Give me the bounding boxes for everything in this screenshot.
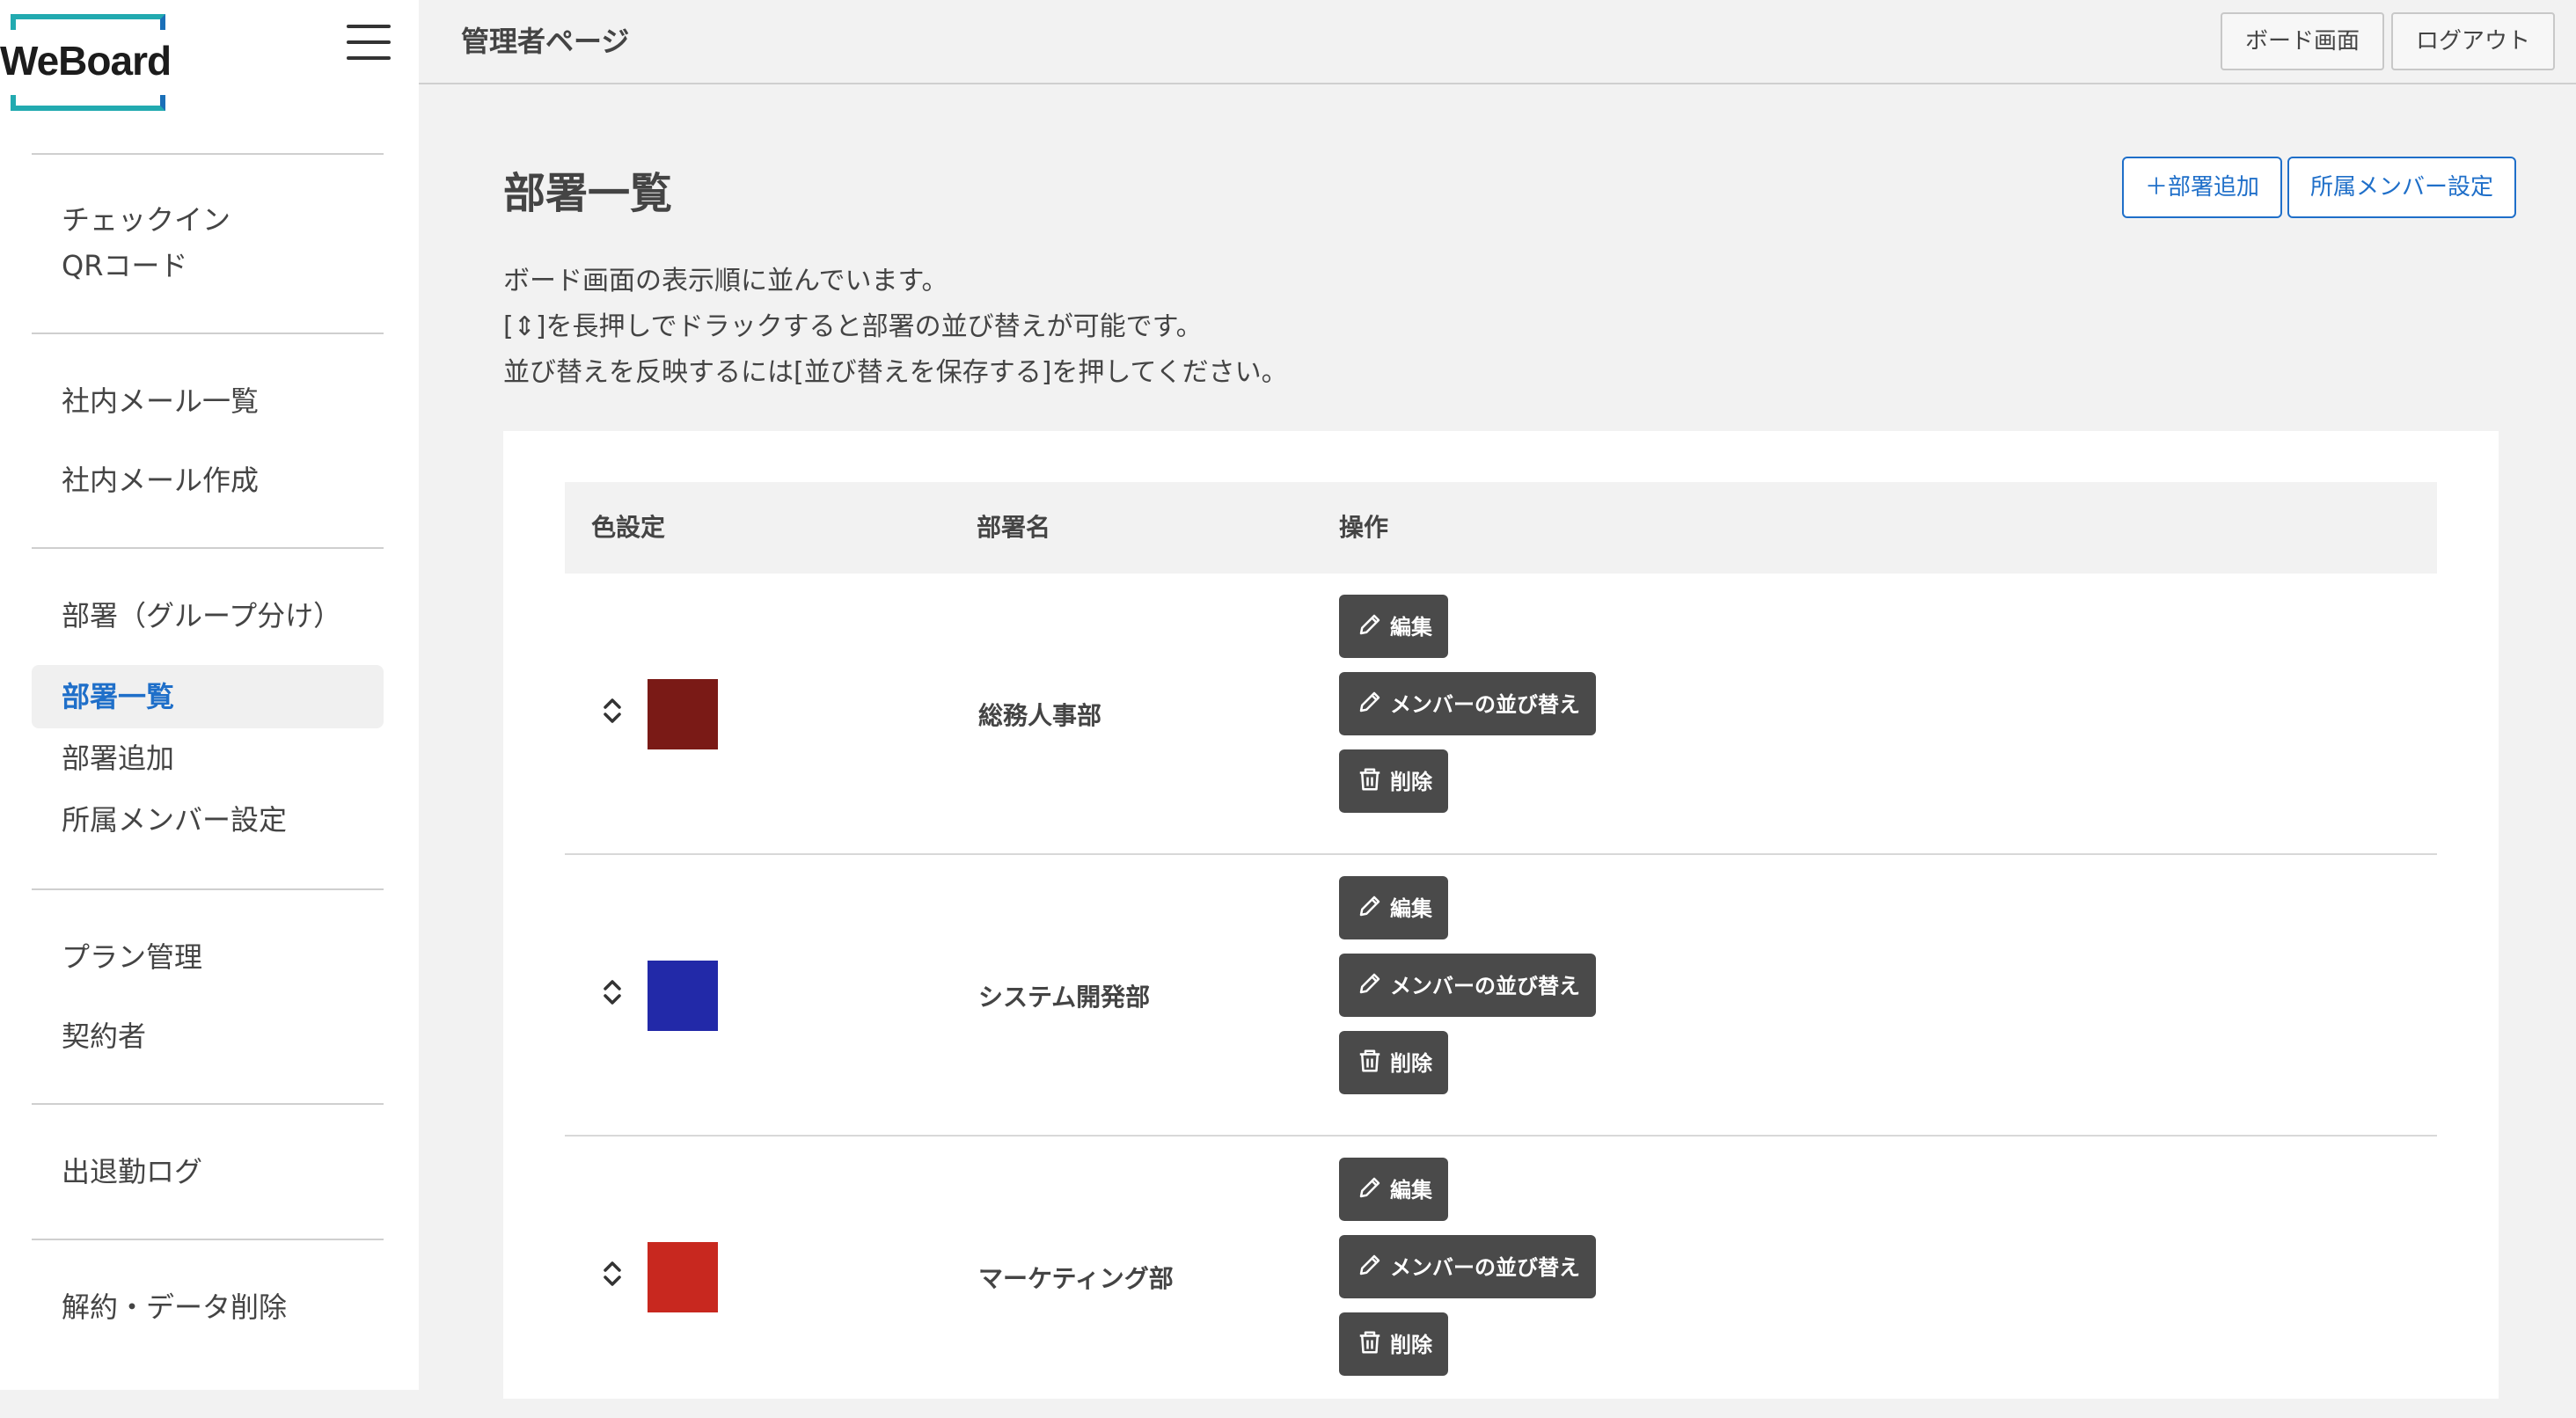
delete-label: 削除 — [1390, 1051, 1432, 1076]
nav-divider — [32, 547, 384, 549]
sidebar: WeBoard チェックイン QRコード 社内メール一覧 社内メール作成 部署（… — [0, 0, 419, 1390]
sidebar-item-checkin-qr[interactable]: チェックイン QRコード — [32, 197, 384, 289]
drag-handle-icon[interactable] — [600, 1258, 625, 1290]
nav-divider — [32, 153, 384, 155]
pencil-icon — [1359, 614, 1380, 635]
trash-icon — [1359, 1049, 1380, 1072]
sidebar-item-checkin-line1: チェックイン — [62, 203, 231, 237]
column-header-color: 色設定 — [591, 513, 666, 542]
edit-button[interactable]: 編集 — [1339, 876, 1448, 939]
description-line: [⇕]を長押しでドラックすると部署の並び替えが可能です。 — [503, 311, 1203, 342]
description-line: 並び替えを反映するには[並び替えを保存する]を押してください。 — [503, 357, 1288, 388]
column-header-ops: 操作 — [1339, 513, 1389, 542]
page-description: ボード画面の表示順に並んでいます。 [⇕]を長押しでドラックすると部署の並び替え… — [503, 259, 1288, 396]
reorder-members-button[interactable]: メンバーの並び替え — [1339, 672, 1596, 735]
edit-label: 編集 — [1390, 1178, 1432, 1202]
nav-divider — [32, 333, 384, 334]
logo-text: WeBoard — [0, 38, 172, 84]
logo-frame-top — [11, 14, 165, 30]
trash-icon — [1359, 1331, 1380, 1354]
sidebar-item-member-setting[interactable]: 所属メンバー設定 — [32, 797, 384, 843]
sidebar-item-dept-list[interactable]: 部署一覧 — [32, 665, 384, 728]
department-name: 総務人事部 — [978, 701, 1102, 730]
description-line: ボード画面の表示順に並んでいます。 — [503, 266, 948, 296]
pencil-icon — [1359, 895, 1380, 917]
edit-label: 編集 — [1390, 896, 1432, 921]
weboard-logo[interactable]: WeBoard — [0, 14, 172, 111]
department-name: マーケティング部 — [978, 1264, 1174, 1293]
trash-icon — [1359, 768, 1380, 791]
top-header: 管理者ページ ボード画面 ログアウト — [419, 0, 2576, 84]
delete-button[interactable]: 削除 — [1339, 1312, 1448, 1376]
department-name: システム開発部 — [978, 983, 1151, 1012]
edit-button[interactable]: 編集 — [1339, 595, 1448, 658]
drag-handle-icon[interactable] — [600, 695, 625, 727]
logo-frame-bottom — [11, 95, 165, 111]
sidebar-item-attendance-log[interactable]: 出退勤ログ — [32, 1149, 384, 1195]
color-swatch — [648, 679, 718, 749]
drag-handle-icon[interactable] — [600, 976, 625, 1008]
hamburger-menu-icon[interactable] — [347, 23, 391, 62]
header-title: 管理者ページ — [461, 25, 630, 58]
table-row: システム開発部 編集 メンバーの並び替え 削除 — [565, 855, 2437, 1137]
delete-button[interactable]: 削除 — [1339, 1031, 1448, 1094]
sidebar-section-dept: 部署（グループ分け） — [62, 599, 342, 632]
member-setting-button[interactable]: 所属メンバー設定 — [2287, 157, 2517, 218]
sidebar-item-cancel[interactable]: 解約・データ削除 — [32, 1284, 384, 1330]
sidebar-item-plan[interactable]: プラン管理 — [32, 934, 384, 980]
column-header-name: 部署名 — [977, 513, 1051, 542]
edit-label: 編集 — [1390, 615, 1432, 640]
delete-label: 削除 — [1390, 1333, 1432, 1357]
reorder-members-button[interactable]: メンバーの並び替え — [1339, 954, 1596, 1017]
pencil-icon — [1359, 973, 1380, 994]
pencil-icon — [1359, 691, 1380, 713]
sidebar-item-mail-list[interactable]: 社内メール一覧 — [32, 378, 384, 424]
sidebar-item-mail-create[interactable]: 社内メール作成 — [32, 457, 384, 503]
pencil-icon — [1359, 1177, 1380, 1198]
reorder-label: メンバーの並び替え — [1390, 1255, 1580, 1280]
table-row: マーケティング部 編集 メンバーの並び替え 削除 — [565, 1137, 2437, 1418]
logout-button[interactable]: ログアウト — [2391, 12, 2556, 70]
reorder-members-button[interactable]: メンバーの並び替え — [1339, 1235, 1596, 1298]
add-department-button[interactable]: ＋部署追加 — [2122, 157, 2283, 218]
nav-divider — [32, 1103, 384, 1105]
board-screen-button[interactable]: ボード画面 — [2221, 12, 2385, 70]
page-title: 部署一覧 — [503, 169, 673, 218]
reorder-label: メンバーの並び替え — [1390, 974, 1580, 998]
sidebar-item-checkin-line2: QRコード — [62, 249, 188, 282]
edit-button[interactable]: 編集 — [1339, 1158, 1448, 1221]
color-swatch — [648, 1242, 718, 1312]
nav-divider — [32, 1239, 384, 1240]
department-table-card: 色設定 部署名 操作 総務人事部 編集 メンバーの並び替え 削除 システム開発部… — [503, 431, 2499, 1399]
nav-divider — [32, 888, 384, 890]
sidebar-item-contractor[interactable]: 契約者 — [32, 1013, 384, 1059]
sidebar-item-dept-add[interactable]: 部署追加 — [32, 735, 384, 781]
delete-button[interactable]: 削除 — [1339, 749, 1448, 813]
reorder-label: メンバーの並び替え — [1390, 692, 1580, 717]
color-swatch — [648, 961, 718, 1031]
delete-label: 削除 — [1390, 770, 1432, 794]
table-header: 色設定 部署名 操作 — [565, 482, 2437, 574]
table-row: 総務人事部 編集 メンバーの並び替え 削除 — [565, 574, 2437, 855]
pencil-icon — [1359, 1254, 1380, 1275]
